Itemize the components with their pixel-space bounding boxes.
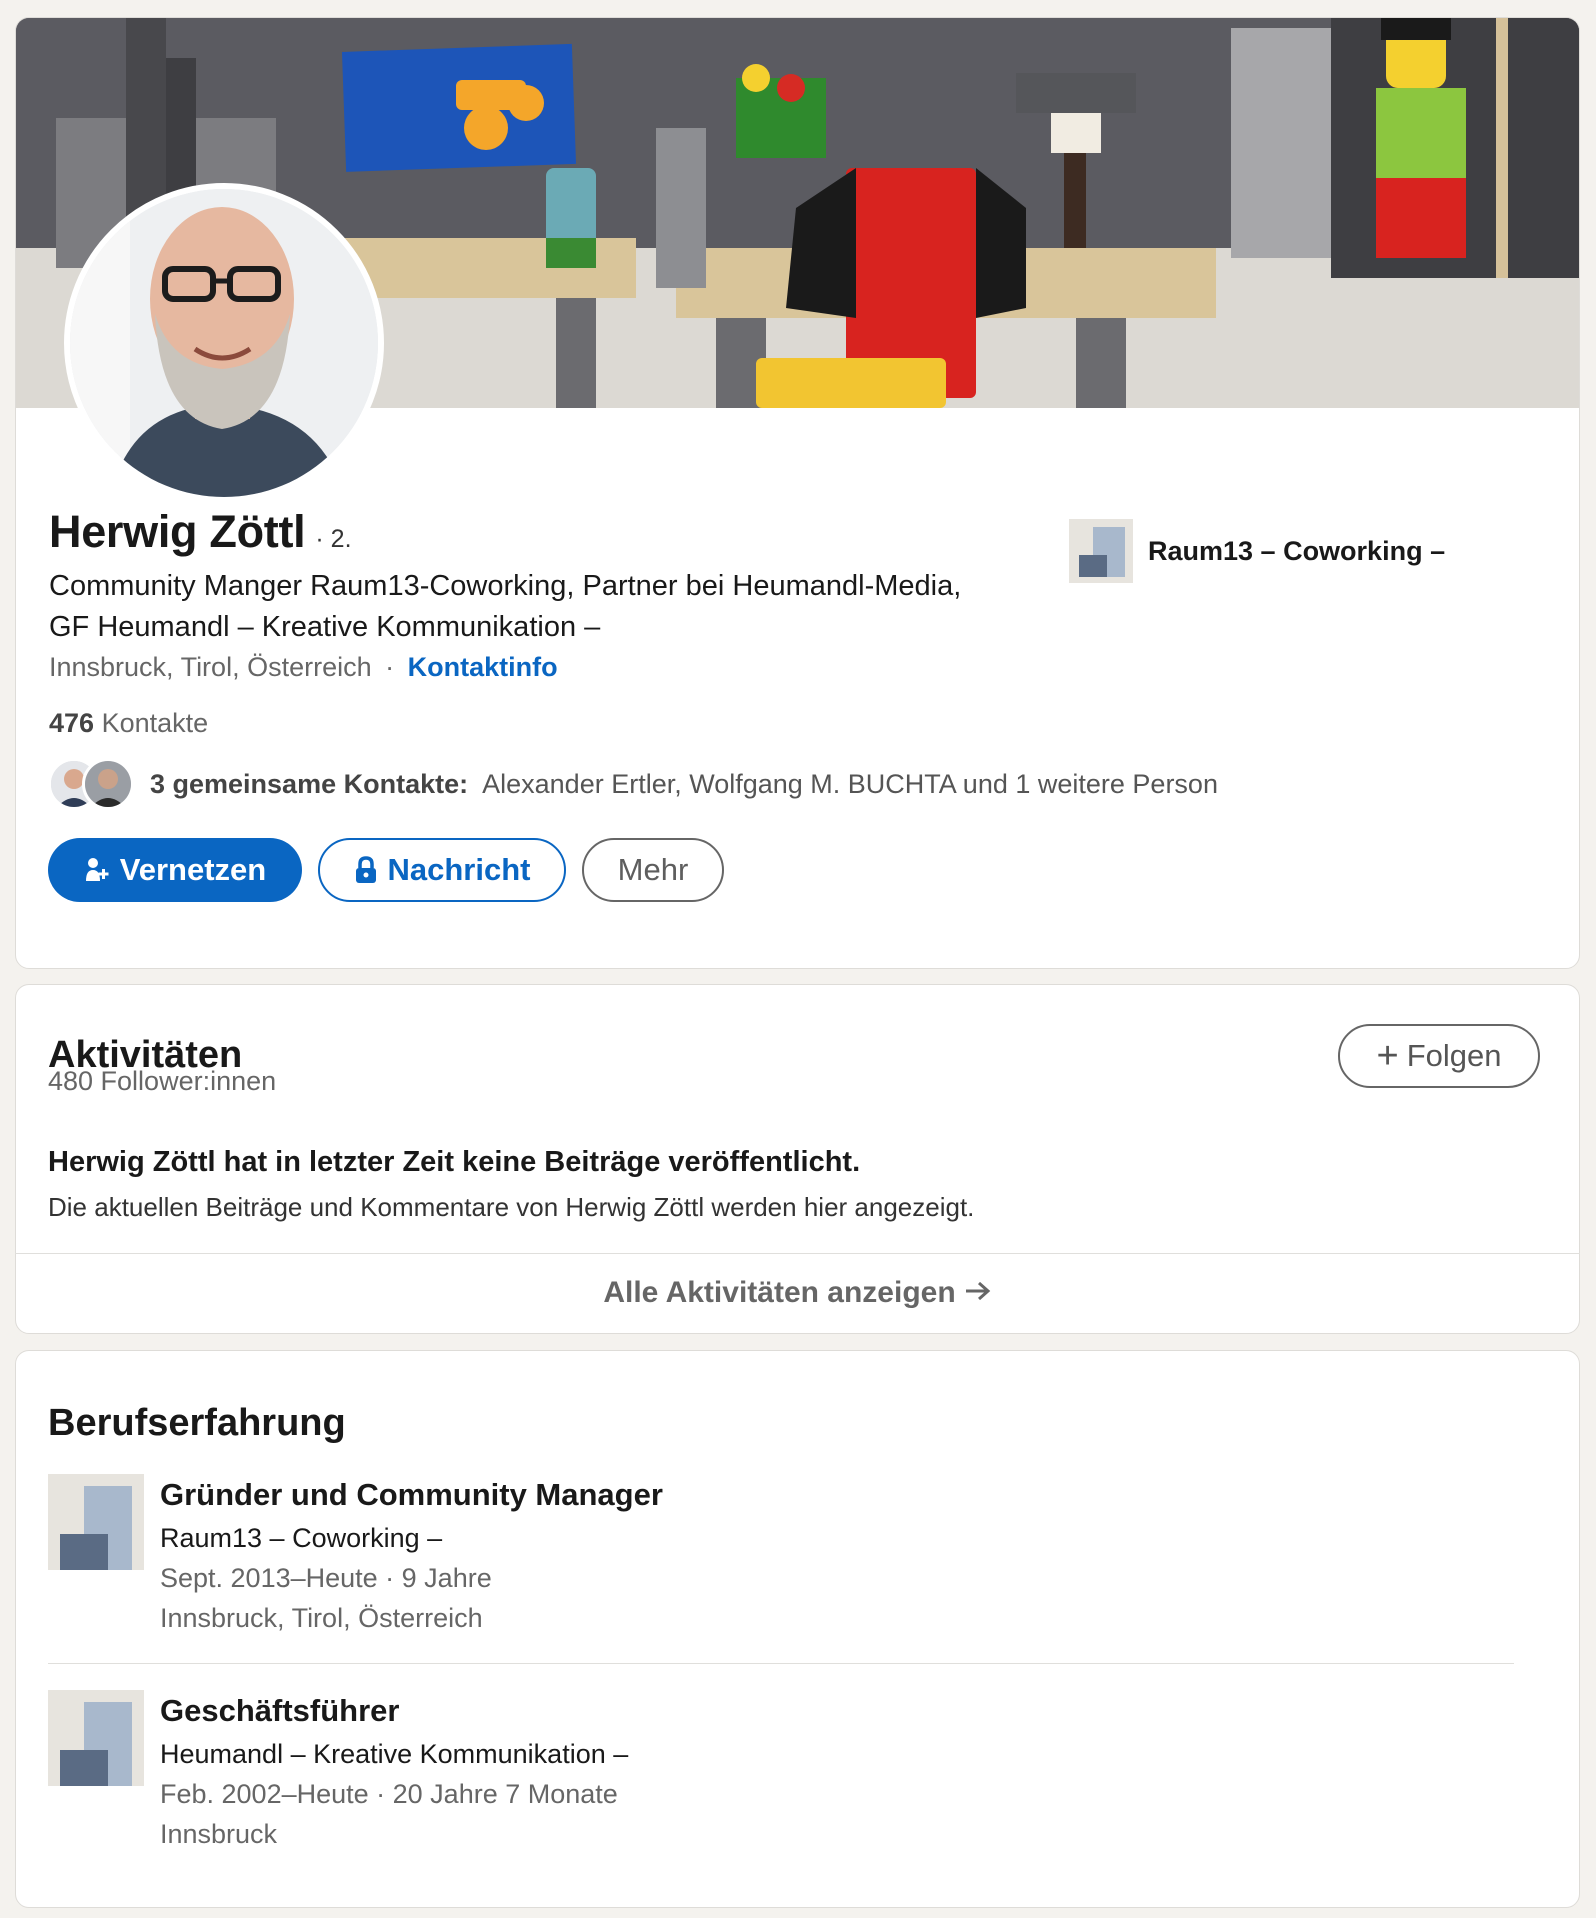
connect-button-label: Vernetzen: [119, 852, 267, 887]
experience-company: Raum13 – Coworking –: [160, 1523, 443, 1553]
contacts-count: 476: [49, 708, 95, 738]
experience-dates: Sept. 2013–Heute · 9 Jahre: [160, 1563, 492, 1593]
company-logo-icon: [1069, 519, 1133, 583]
arrow-right-icon: [964, 1276, 992, 1310]
experience-dates: Feb. 2002–Heute · 20 Jahre 7 Monate: [160, 1779, 618, 1809]
mutual-connections[interactable]: 3 gemeinsame Kontakte: Alexander Ertler,…: [48, 758, 1218, 810]
mutual-connections-text: 3 gemeinsame Kontakte: Alexander Ertler,…: [150, 769, 1218, 800]
location-row: Innsbruck, Tirol, Österreich · Kontaktin…: [49, 652, 558, 683]
contact-info-link[interactable]: Kontaktinfo: [408, 652, 558, 682]
location-separator: ·: [385, 652, 395, 682]
profile-card: Raum13 – Coworking –: [15, 17, 1580, 969]
experience-location: Innsbruck, Tirol, Österreich: [160, 1603, 483, 1633]
profile-photo[interactable]: [64, 183, 384, 503]
company-logo-icon: [48, 1474, 144, 1570]
current-company-name: Raum13 – Coworking –: [1148, 535, 1446, 566]
show-all-activity-label: Alle Aktivitäten anzeigen: [603, 1276, 956, 1309]
more-button-label: Mehr: [617, 852, 689, 887]
company-logo-icon: [48, 1690, 144, 1786]
mutual-connections-label: 3 gemeinsame Kontakte:: [150, 768, 469, 799]
profile-actions: Vernetzen Nachricht Mehr: [48, 838, 724, 902]
follow-button[interactable]: + Folgen: [1338, 1024, 1540, 1088]
mutual-connections-names: Alexander Ertler, Wolfgang M. BUCHTA und…: [482, 768, 1218, 799]
profile-name: Herwig Zöttl: [49, 506, 306, 557]
follow-button-label: Folgen: [1406, 1038, 1502, 1073]
experience-role: Gründer und Community Manager: [160, 1477, 663, 1512]
name-row: Herwig Zöttl · 2.: [49, 506, 352, 558]
show-all-activity-link[interactable]: Alle Aktivitäten anzeigen: [15, 1254, 1580, 1332]
plus-icon: +: [1376, 1035, 1399, 1077]
current-company-link[interactable]: Raum13 – Coworking –: [1069, 519, 1445, 583]
experience-divider: [48, 1663, 1514, 1664]
no-posts-title: Herwig Zöttl hat in letzter Zeit keine B…: [48, 1146, 861, 1178]
no-posts-text: Die aktuellen Beiträge und Kommentare vo…: [48, 1192, 975, 1222]
experience-title: Berufserfahrung: [48, 1402, 346, 1444]
followers-count: 480 Follower:innen: [48, 1066, 277, 1096]
more-button[interactable]: Mehr: [582, 838, 724, 902]
experience-role: Geschäftsführer: [160, 1693, 400, 1728]
connection-degree: · 2.: [315, 525, 352, 553]
mutual-avatar: [82, 758, 134, 810]
lock-icon: [354, 856, 378, 884]
experience-location: Innsbruck: [160, 1819, 278, 1849]
profile-location: Innsbruck, Tirol, Österreich: [49, 652, 372, 682]
contacts-label: Kontakte: [101, 708, 209, 738]
profile-headline: Community Manger Raum13-Coworking, Partn…: [49, 570, 962, 643]
message-button-label: Nachricht: [387, 852, 531, 887]
profile-photo-image: [70, 189, 378, 497]
add-person-icon: [84, 857, 110, 883]
experience-company: Heumandl – Kreative Kommunikation –: [160, 1739, 629, 1769]
contacts-count-link[interactable]: 476 Kontakte: [49, 708, 208, 739]
message-button[interactable]: Nachricht: [318, 838, 566, 902]
connect-button[interactable]: Vernetzen: [48, 838, 302, 902]
